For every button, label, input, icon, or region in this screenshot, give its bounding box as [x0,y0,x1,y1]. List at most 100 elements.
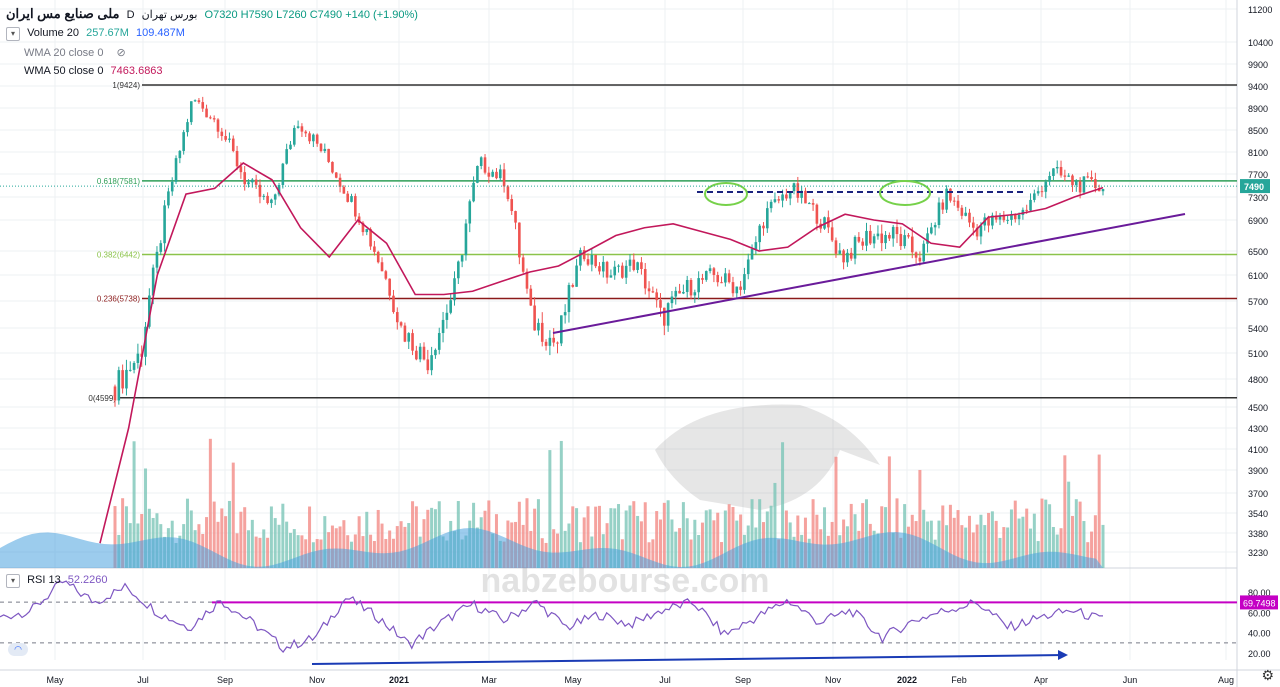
candle-body [560,315,563,344]
candle-body [968,212,971,223]
candle-body [930,227,933,234]
candle-body [758,225,761,243]
candle-body [1033,193,1036,200]
volume-bar [678,528,682,568]
candle-body [464,223,468,256]
candle-body [575,265,578,287]
candle-body [605,261,609,278]
volume-bar [548,450,552,568]
candle-body [182,132,185,151]
rsi-legend[interactable]: ▾ RSI 13 52.2260 [6,574,112,588]
candle-body [1036,191,1040,194]
candle-body [388,278,391,296]
candle-body [556,342,559,344]
candle-body [498,169,502,179]
volume-legend[interactable]: ▾ Volume 20 257.67M 109.487M [6,27,189,41]
candle-body [857,236,861,242]
candle-body [537,322,540,331]
candle-body [861,241,864,246]
wma20-legend[interactable]: WMA 20 close 0 ⊘ [24,46,130,59]
candle-body [457,261,460,279]
price-tick-label: 6100 [1248,271,1268,281]
price-tick-label: 6500 [1248,247,1268,257]
interval[interactable]: D [127,9,135,21]
candle-body [228,138,231,140]
candle-body [1025,209,1029,211]
candle-body [251,179,254,183]
candle-body [434,349,437,356]
candle-body [308,133,311,142]
candle-body [170,181,174,192]
candle-body [1071,175,1074,186]
volume-bar [994,520,998,568]
candle-body [380,262,384,272]
candle-body [590,254,594,265]
candle-body [884,234,887,244]
chevron-down-icon[interactable]: ▾ [6,574,20,588]
time-tick-label: Aug [1218,675,1234,685]
candle-body [510,199,514,212]
volume-value: 257.67M [86,27,129,39]
volume-bar [231,462,235,568]
time-tick-label: May [46,675,64,685]
volume-bar [247,530,251,568]
hidden-eye-icon[interactable]: ⊘ [117,47,126,59]
candle-body [746,259,750,275]
candle-body [1017,214,1021,220]
candle-body [701,278,704,280]
volume-bar [239,511,243,568]
candle-body [1059,166,1063,176]
tradingview-logo-icon[interactable]: ◠ [8,643,28,656]
candle-body [697,278,700,293]
candle-body [743,274,746,290]
candle-body [949,188,952,201]
time-tick-label: Nov [309,675,326,685]
volume-label: Volume 20 [27,27,80,39]
volume-bar [250,519,254,568]
candle-body [621,265,624,278]
volume-bar [697,535,701,568]
candle-body [1040,191,1044,193]
candle-body [1044,181,1048,192]
ascending-trendline [552,213,1186,334]
volume-bar [685,518,689,568]
price-tick-label: 11200 [1248,5,1272,15]
volume-bar [666,500,670,568]
candle-body [941,202,945,210]
candle-body [853,236,857,259]
volume-bar [655,511,659,568]
candle-body [842,250,845,263]
candle-body [891,226,895,239]
time-tick-label: May [564,675,582,685]
candle-body [292,127,296,145]
volume-bar [674,531,678,568]
volume-bars [0,438,1105,568]
candle-body [1029,199,1032,211]
candle-body [659,300,662,308]
candle-body [750,248,754,260]
price-tick-label: 8100 [1248,148,1268,158]
price-tick-label: 4500 [1248,403,1268,413]
candle-body [117,370,121,401]
wma50-legend[interactable]: WMA 50 close 0 7463.6863 [24,65,167,77]
candle-body [544,341,548,346]
last-price-label: 7490 [1244,182,1264,192]
fib-label: 0(4599) [88,394,116,403]
chevron-down-icon[interactable]: ▾ [6,27,20,41]
volume-bar [1063,455,1067,568]
candle-body [960,207,964,216]
symbol-name[interactable]: ملی صنایع مس ایران [6,6,120,21]
candle-body [865,230,868,246]
candle-body [136,353,140,363]
volume-bar [987,512,991,568]
candle-body [540,322,544,342]
gear-icon[interactable]: ⚙ [1261,667,1274,684]
candle-body [167,191,170,206]
candle-body [392,295,395,313]
candle-body [773,199,777,202]
candle-body [479,157,483,166]
candle-body [914,252,918,258]
candle-body [563,312,567,316]
candle-body [720,282,723,284]
candle-body [811,203,815,205]
